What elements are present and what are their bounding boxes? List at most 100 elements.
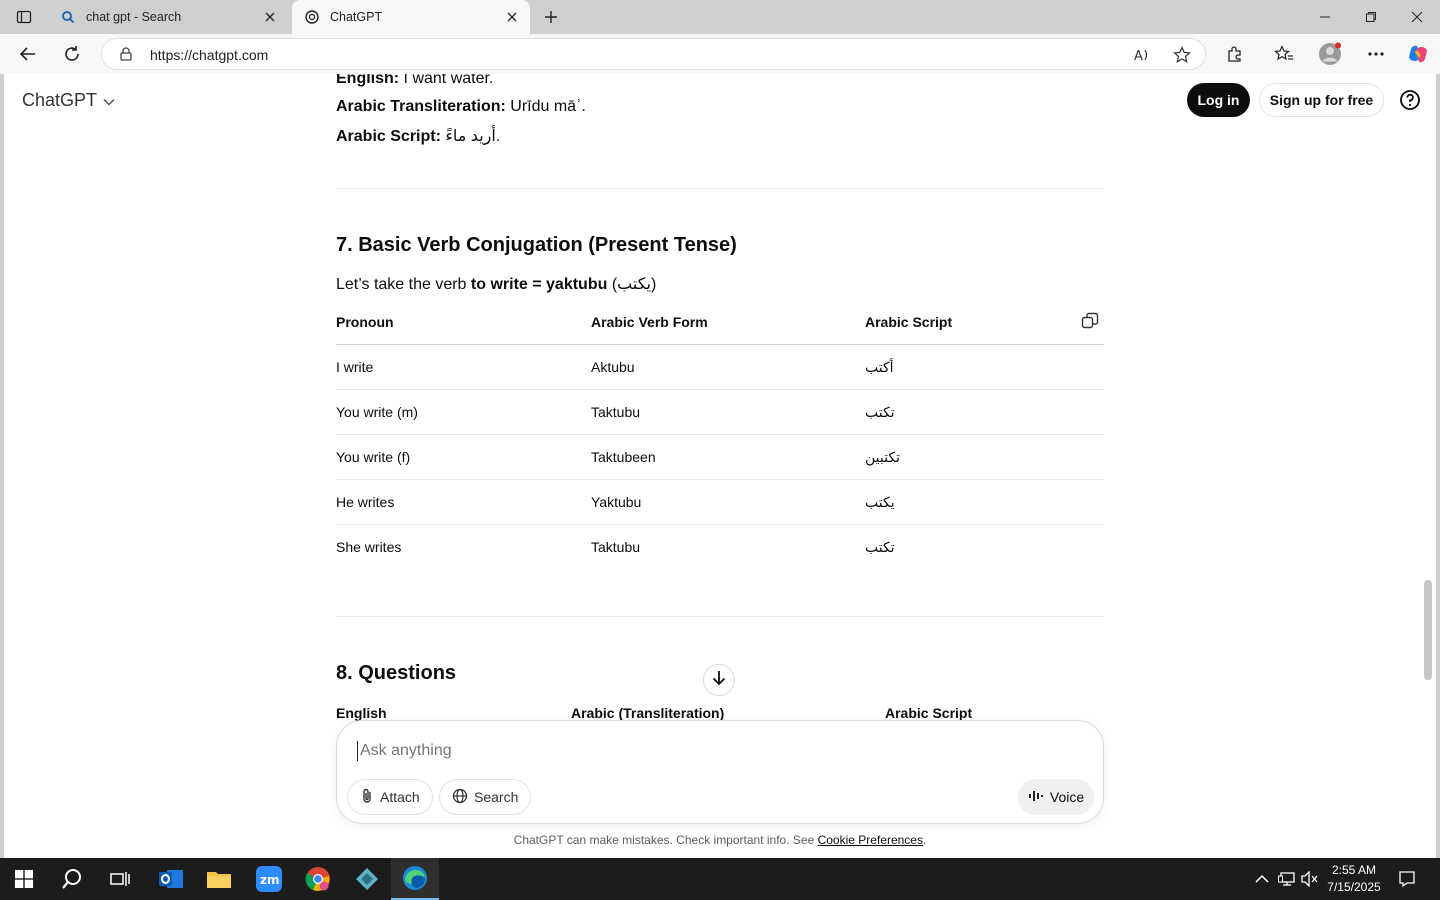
table-header-row: Pronoun Arabic Verb Form Arabic Script bbox=[336, 300, 1104, 345]
table-row: He writes Yaktubu يكتب bbox=[336, 480, 1104, 525]
table-header-cell: Arabic Script bbox=[885, 705, 973, 721]
tab-title: chat gpt - Search bbox=[86, 10, 182, 24]
prompt-input[interactable] bbox=[357, 741, 1057, 761]
close-window-icon[interactable] bbox=[1394, 0, 1440, 34]
chrome-icon[interactable] bbox=[294, 858, 342, 900]
help-icon[interactable] bbox=[1399, 89, 1421, 111]
search-button[interactable]: Search bbox=[439, 779, 532, 815]
table-row: I write Aktubu أكتب bbox=[336, 345, 1104, 390]
favorites-icon[interactable] bbox=[1270, 40, 1298, 68]
globe-icon bbox=[452, 788, 468, 807]
scroll-to-bottom-button[interactable] bbox=[703, 664, 735, 696]
voice-button[interactable]: Voice bbox=[1018, 779, 1094, 815]
browser-tab-bar: chat gpt - Search ChatGPT bbox=[0, 0, 1440, 34]
section-heading: 7. Basic Verb Conjugation (Present Tense… bbox=[336, 234, 737, 256]
close-tab-icon[interactable] bbox=[258, 5, 282, 29]
clock-time: 2:55 AM bbox=[1331, 863, 1377, 877]
table-cell: تكتبين bbox=[865, 449, 900, 465]
message-composer: Attach Search Voice bbox=[336, 720, 1104, 824]
table-row: She writes Taktubu تكتب bbox=[336, 525, 1104, 570]
zoom-app-icon[interactable]: zm bbox=[245, 858, 293, 900]
address-bar[interactable]: https://chatgpt.com A bbox=[101, 38, 1206, 70]
table-cell: He writes bbox=[336, 494, 395, 510]
table-cell: Taktubu bbox=[591, 404, 641, 420]
tab-chatgpt[interactable]: ChatGPT bbox=[292, 0, 530, 34]
url-text[interactable]: https://chatgpt.com bbox=[150, 47, 268, 63]
attach-label: Attach bbox=[380, 789, 420, 805]
svg-text:A: A bbox=[1134, 49, 1143, 64]
arabic-script-line: Arabic Script: أريد ماءً. bbox=[336, 128, 501, 145]
new-tab-icon[interactable] bbox=[538, 5, 564, 29]
table-cell: She writes bbox=[336, 539, 402, 555]
transliteration-line: Arabic Transliteration: Urīdu māʾ. bbox=[336, 98, 586, 115]
table-header-cell: Arabic Verb Form bbox=[591, 314, 708, 330]
read-aloud-icon[interactable]: A bbox=[1131, 44, 1153, 66]
table-cell: Taktubu bbox=[591, 539, 641, 555]
profile-avatar-icon[interactable] bbox=[1316, 40, 1344, 68]
close-tab-icon[interactable] bbox=[500, 5, 524, 29]
extensions-icon[interactable] bbox=[1221, 40, 1249, 68]
refresh-icon[interactable] bbox=[57, 39, 87, 69]
divider bbox=[336, 616, 1104, 617]
volume-muted-icon[interactable] bbox=[1300, 869, 1320, 889]
tab-actions-icon[interactable] bbox=[10, 6, 38, 28]
attach-button[interactable]: Attach bbox=[347, 779, 433, 815]
table-header-cell: Arabic (Transliteration) bbox=[571, 705, 725, 721]
taskbar-search-icon[interactable] bbox=[48, 858, 96, 900]
chevron-down-icon bbox=[103, 90, 115, 111]
windows-taskbar: zm 2:55 AM 7/15/2025 bbox=[0, 858, 1440, 900]
copy-table-icon[interactable] bbox=[1081, 312, 1101, 332]
voice-label: Voice bbox=[1049, 789, 1085, 805]
table-header-cell: English bbox=[336, 705, 387, 721]
page-viewport: ChatGPT Log in Sign up for free English:… bbox=[0, 74, 1440, 858]
table-cell: Yaktubu bbox=[591, 494, 642, 510]
lock-icon[interactable] bbox=[118, 46, 134, 62]
table-cell: You write (f) bbox=[336, 449, 411, 465]
table-cell: تكتب bbox=[865, 404, 895, 420]
edge-browser-icon[interactable] bbox=[391, 858, 439, 900]
paperclip-icon bbox=[360, 788, 374, 807]
network-icon[interactable] bbox=[1277, 869, 1297, 889]
svg-text:zm: zm bbox=[260, 873, 280, 887]
brand-title: ChatGPT bbox=[22, 90, 98, 110]
table-cell: Aktubu bbox=[591, 359, 635, 375]
more-options-icon[interactable] bbox=[1362, 40, 1390, 68]
restore-icon[interactable] bbox=[1348, 0, 1394, 34]
copilot-icon[interactable] bbox=[1404, 40, 1432, 68]
search-label: Search bbox=[474, 789, 519, 805]
table-cell: أكتب bbox=[865, 359, 894, 375]
clock-date: 7/15/2025 bbox=[1327, 880, 1381, 894]
cookie-preferences-link[interactable]: Cookie Preferences bbox=[818, 833, 923, 847]
page-scrollbar[interactable] bbox=[1424, 580, 1432, 680]
windows-start-icon[interactable] bbox=[0, 858, 48, 900]
divider bbox=[336, 188, 1104, 189]
task-view-icon[interactable] bbox=[96, 858, 144, 900]
chatgpt-logo-icon bbox=[304, 9, 320, 25]
table-header-cell: Arabic Script bbox=[865, 314, 953, 330]
section-heading: 8. Questions bbox=[336, 662, 457, 684]
login-button[interactable]: Log in bbox=[1187, 83, 1250, 117]
table-cell: I write bbox=[336, 359, 374, 375]
tab-search[interactable]: chat gpt - Search bbox=[50, 0, 288, 34]
system-clock[interactable]: 2:55 AM 7/15/2025 bbox=[1322, 862, 1386, 896]
tab-title: ChatGPT bbox=[330, 10, 383, 24]
file-explorer-icon[interactable] bbox=[195, 858, 243, 900]
app-diamond-icon[interactable] bbox=[343, 858, 391, 900]
minimize-icon[interactable] bbox=[1302, 0, 1348, 34]
table-cell: Taktubeen bbox=[591, 449, 656, 465]
model-selector[interactable]: ChatGPT bbox=[22, 90, 115, 111]
arrow-down-icon bbox=[712, 670, 726, 691]
back-arrow-icon[interactable] bbox=[13, 39, 43, 69]
voice-waveform-icon bbox=[1028, 789, 1044, 806]
outlook-icon[interactable] bbox=[147, 858, 195, 900]
favorite-star-icon[interactable] bbox=[1171, 44, 1193, 66]
browser-toolbar: https://chatgpt.com A bbox=[0, 34, 1440, 74]
disclaimer: ChatGPT can make mistakes. Check importa… bbox=[513, 833, 927, 847]
signup-button[interactable]: Sign up for free bbox=[1259, 83, 1384, 117]
table-cell: يكتب bbox=[865, 494, 895, 510]
notification-icon[interactable] bbox=[1397, 869, 1417, 889]
chevron-up-icon[interactable] bbox=[1252, 869, 1272, 889]
table-cell: تكتب bbox=[865, 539, 895, 555]
search-icon bbox=[60, 9, 76, 25]
table-cell: You write (m) bbox=[336, 404, 418, 420]
